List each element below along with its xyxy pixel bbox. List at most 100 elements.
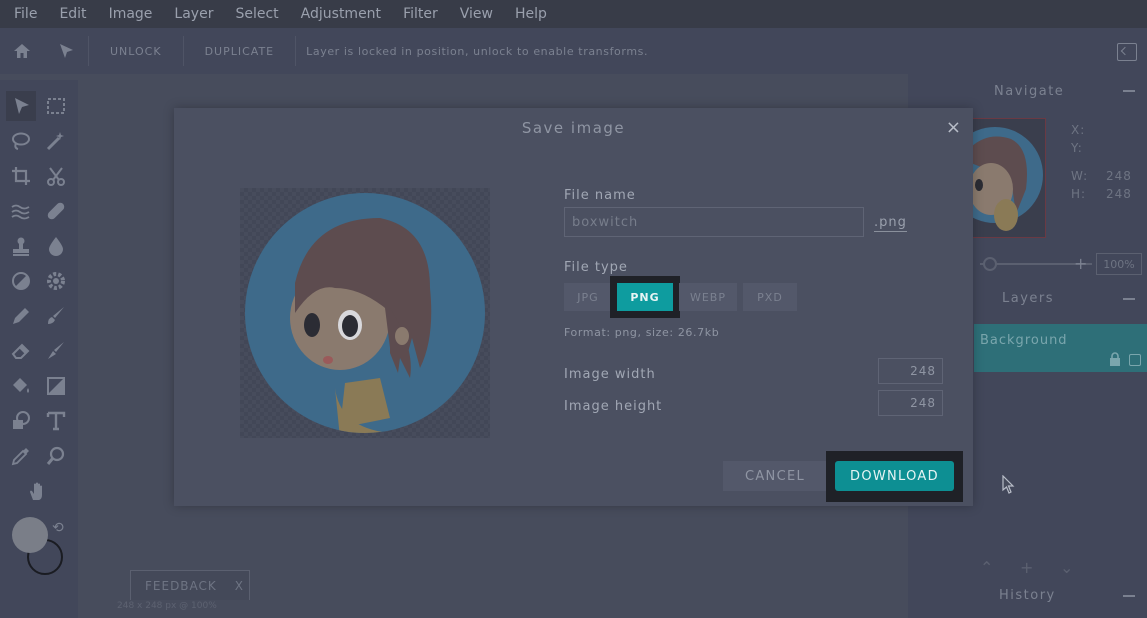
history-title: History bbox=[999, 588, 1056, 603]
menu-layer[interactable]: Layer bbox=[174, 6, 213, 22]
crop-icon bbox=[12, 167, 30, 185]
close-button[interactable]: × bbox=[946, 117, 961, 138]
liquify-tool[interactable] bbox=[6, 196, 36, 226]
download-button[interactable]: DOWNLOAD bbox=[835, 461, 954, 491]
pencil-icon bbox=[13, 308, 29, 324]
layer-visibility-checkbox[interactable] bbox=[1129, 354, 1141, 366]
zoom-in-icon[interactable]: + bbox=[1074, 254, 1087, 273]
dialog-title: Save image bbox=[521, 119, 626, 137]
collapse-history-icon[interactable] bbox=[1123, 595, 1135, 597]
move-tool[interactable] bbox=[6, 91, 36, 121]
marquee-icon bbox=[47, 98, 65, 114]
feedback-label: FEEDBACK bbox=[145, 578, 217, 593]
menu-adjustment[interactable]: Adjustment bbox=[301, 6, 381, 22]
gradient-tool[interactable] bbox=[41, 371, 71, 401]
menu-edit[interactable]: Edit bbox=[59, 6, 86, 22]
menu-file[interactable]: File bbox=[14, 6, 37, 22]
lock-icon[interactable] bbox=[1109, 352, 1121, 366]
magic-wand-icon bbox=[46, 132, 64, 151]
feedback-tab[interactable]: FEEDBACK X bbox=[130, 570, 250, 600]
file-name-label: File name bbox=[564, 188, 636, 203]
cut-tool[interactable] bbox=[41, 161, 71, 191]
dodge-tool[interactable] bbox=[6, 266, 36, 296]
shape-tool[interactable] bbox=[6, 406, 36, 436]
foreground-color-swatch[interactable] bbox=[12, 517, 48, 553]
eyedropper-tool[interactable] bbox=[6, 441, 36, 471]
image-width-label: Image width bbox=[564, 367, 656, 382]
format-info: Format: png, size: 26.7kb bbox=[564, 326, 720, 339]
duplicate-button[interactable]: DUPLICATE bbox=[184, 45, 296, 58]
sponge-tool[interactable] bbox=[41, 266, 71, 296]
clone-stamp-tool[interactable] bbox=[6, 231, 36, 261]
options-bar: UNLOCK DUPLICATE Layer is locked in posi… bbox=[0, 28, 1147, 74]
cursor-arrow-icon bbox=[60, 44, 73, 58]
eraser-tool[interactable] bbox=[6, 336, 36, 366]
zoom-slider-handle[interactable] bbox=[983, 257, 997, 271]
smudge-tool[interactable] bbox=[41, 336, 71, 366]
navigator-thumbnail bbox=[971, 127, 1043, 231]
navigate-title: Navigate bbox=[994, 84, 1065, 99]
feedback-close-button[interactable]: X bbox=[235, 579, 244, 593]
fill-tool[interactable] bbox=[6, 371, 36, 401]
nav-w-label: W: bbox=[1071, 169, 1089, 183]
brush-tool[interactable] bbox=[41, 301, 71, 331]
zoom-tool[interactable] bbox=[41, 441, 71, 471]
add-layer-icon[interactable]: + bbox=[1020, 558, 1033, 577]
file-type-label: File type bbox=[564, 260, 628, 275]
unlock-button[interactable]: UNLOCK bbox=[89, 45, 183, 58]
save-image-dialog: Save image × File name .png File type JP… bbox=[174, 108, 973, 506]
heal-tool[interactable] bbox=[41, 196, 71, 226]
panel-toggle-icon[interactable] bbox=[1117, 43, 1137, 61]
text-tool[interactable] bbox=[41, 406, 71, 436]
eyedropper-icon bbox=[11, 448, 29, 466]
menu-help[interactable]: Help bbox=[515, 6, 547, 22]
marquee-tool[interactable] bbox=[41, 91, 71, 121]
zoom-percent-field[interactable]: 100% bbox=[1096, 253, 1142, 275]
home-button[interactable] bbox=[0, 28, 44, 74]
menu-filter[interactable]: Filter bbox=[403, 6, 438, 22]
image-height-input[interactable] bbox=[878, 390, 943, 416]
hand-icon bbox=[30, 482, 42, 500]
magnifier-icon bbox=[46, 446, 65, 465]
type-jpg-button[interactable]: JPG bbox=[564, 283, 612, 311]
character-preview-image bbox=[245, 193, 485, 433]
layer-down-icon[interactable]: ⌄ bbox=[1060, 558, 1073, 577]
menu-select[interactable]: Select bbox=[235, 6, 278, 22]
pencil-tool[interactable] bbox=[6, 301, 36, 331]
file-name-input[interactable] bbox=[564, 207, 864, 237]
layer-name: Background bbox=[980, 333, 1068, 348]
blur-tool[interactable] bbox=[41, 231, 71, 261]
tool-panel: ⟲ bbox=[0, 80, 78, 618]
magic-wand-tool[interactable] bbox=[41, 126, 71, 156]
move-tool-button[interactable] bbox=[44, 28, 88, 74]
nav-h-label: H: bbox=[1071, 187, 1087, 201]
image-height-label: Image height bbox=[564, 399, 663, 414]
stamp-icon bbox=[13, 237, 29, 256]
collapse-navigate-icon[interactable] bbox=[1123, 90, 1135, 92]
menu-view[interactable]: View bbox=[460, 6, 493, 22]
cancel-button[interactable]: CANCEL bbox=[723, 461, 827, 491]
swap-colors-icon[interactable]: ⟲ bbox=[52, 520, 64, 536]
waves-icon bbox=[11, 204, 30, 220]
navigator-preview[interactable] bbox=[970, 118, 1046, 238]
nav-y-label: Y: bbox=[1071, 141, 1083, 155]
type-png-button[interactable]: PNG bbox=[610, 276, 680, 318]
shapes-icon bbox=[13, 411, 30, 429]
image-width-input[interactable] bbox=[878, 358, 943, 384]
type-pxd-button[interactable]: PXD bbox=[743, 283, 797, 311]
hand-tool[interactable] bbox=[23, 476, 53, 506]
image-preview bbox=[240, 188, 490, 438]
layer-item[interactable]: Background bbox=[974, 324, 1147, 372]
crop-tool[interactable] bbox=[6, 161, 36, 191]
cursor-arrow-icon bbox=[15, 98, 29, 114]
lasso-tool[interactable] bbox=[6, 126, 36, 156]
type-webp-button[interactable]: WEBP bbox=[679, 283, 737, 311]
drop-icon bbox=[49, 237, 63, 256]
eraser-icon bbox=[11, 343, 30, 359]
contrast-icon bbox=[12, 272, 30, 290]
layer-up-icon[interactable]: ⌃ bbox=[980, 558, 993, 577]
brush-icon bbox=[48, 307, 64, 324]
collapse-layers-icon[interactable] bbox=[1123, 298, 1135, 300]
mouse-cursor-icon bbox=[1002, 475, 1015, 494]
menu-image[interactable]: Image bbox=[109, 6, 153, 22]
